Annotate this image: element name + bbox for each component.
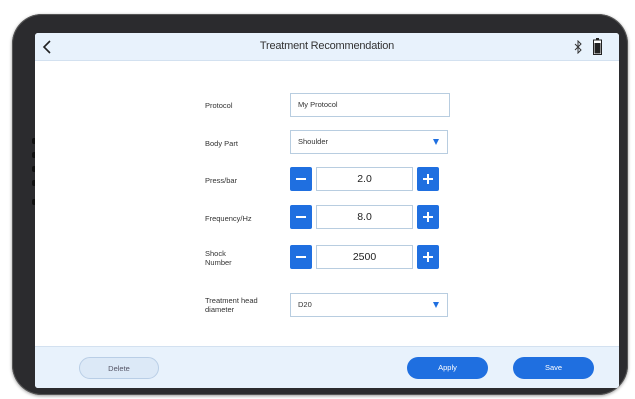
apply-button[interactable]: Apply	[407, 357, 488, 379]
head-diameter-value: D20	[298, 300, 312, 309]
press-label: Press/bar	[205, 176, 238, 185]
body-part-label: Body Part	[205, 139, 238, 148]
delete-button[interactable]: Delete	[79, 357, 159, 379]
shock-number-stepper: 2500	[290, 245, 450, 269]
action-bar: Delete Apply Save	[35, 346, 619, 388]
frequency-stepper: 8.0	[290, 205, 450, 229]
minus-icon	[296, 216, 306, 218]
press-increase-button[interactable]	[417, 167, 439, 191]
shock-number-value[interactable]: 2500	[316, 245, 413, 269]
treatment-form: Protocol My Protocol Body Part Shoulder …	[35, 61, 619, 346]
minus-icon	[296, 256, 306, 258]
bluetooth-icon	[574, 40, 582, 54]
press-stepper: 2.0	[290, 167, 450, 191]
minus-icon	[296, 178, 306, 180]
body-part-value: Shoulder	[298, 137, 329, 146]
press-value[interactable]: 2.0	[316, 167, 413, 191]
dropdown-caret-icon	[433, 139, 439, 145]
page-title: Treatment Recommendation	[259, 40, 395, 52]
frequency-decrease-button[interactable]	[290, 205, 312, 229]
top-bar: Treatment Recommendation	[35, 33, 619, 61]
save-button[interactable]: Save	[513, 357, 594, 379]
app-screen: Treatment Recommendation Protocol My Pro…	[35, 33, 619, 388]
frequency-label: Frequency/Hz	[205, 214, 252, 223]
head-diameter-label: Treatment head diameter	[205, 296, 258, 314]
head-diameter-label-line1: Treatment head	[205, 296, 258, 305]
head-diameter-select[interactable]: D20	[290, 293, 448, 317]
press-decrease-button[interactable]	[290, 167, 312, 191]
frequency-increase-button[interactable]	[417, 205, 439, 229]
shock-number-label-line1: Shock	[205, 249, 226, 258]
shock-number-label: Shock Number	[205, 249, 232, 267]
protocol-input[interactable]: My Protocol	[290, 93, 450, 117]
shock-number-label-line2: Number	[205, 258, 232, 267]
head-diameter-label-line2: diameter	[205, 305, 235, 314]
shock-number-increase-button[interactable]	[417, 245, 439, 269]
frequency-value[interactable]: 8.0	[316, 205, 413, 229]
protocol-label: Protocol	[205, 101, 233, 110]
shock-number-decrease-button[interactable]	[290, 245, 312, 269]
dropdown-caret-icon	[433, 302, 439, 308]
battery-icon	[593, 38, 602, 55]
body-part-select[interactable]: Shoulder	[290, 130, 448, 154]
